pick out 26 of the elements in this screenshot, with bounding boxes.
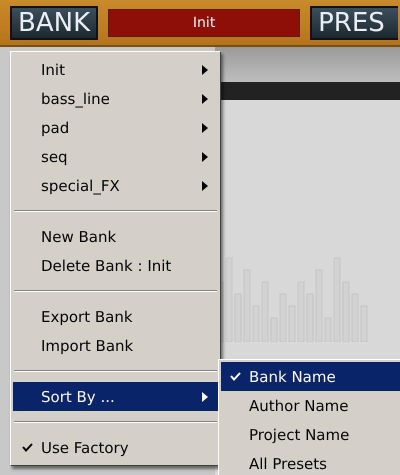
submenu-arrow-icon	[202, 180, 208, 190]
menu-item[interactable]: Bank Name	[221, 362, 400, 391]
preset-button[interactable]: PRES	[310, 6, 398, 40]
menu-item[interactable]: Author Name	[221, 391, 400, 420]
checkmark-icon	[22, 443, 32, 452]
submenu-arrow-icon	[202, 94, 208, 104]
menu-item[interactable]: pad	[13, 113, 218, 142]
submenu-arrow-icon	[202, 122, 208, 132]
menu-item[interactable]: Init	[13, 55, 218, 84]
submenu-arrow-icon	[202, 392, 208, 402]
menu-item[interactable]: All Presets	[221, 449, 400, 475]
checkmark-icon	[230, 372, 240, 381]
submenu-arrow-icon	[202, 152, 208, 162]
menu-item[interactable]: Sort By ...	[13, 382, 218, 411]
menu-item[interactable]: Export Bank	[13, 302, 218, 331]
menu-item[interactable]: New Bank	[13, 222, 218, 251]
bank-display[interactable]: Init	[108, 8, 300, 36]
menu-item[interactable]: seq	[13, 142, 218, 171]
menu-item[interactable]: Project Name	[221, 420, 400, 449]
menu-item[interactable]: bass_line	[13, 84, 218, 113]
menu-item[interactable]: Use Factory	[13, 433, 218, 462]
menu-item[interactable]: Delete Bank : Init	[13, 251, 218, 280]
menu-item[interactable]: special_FX	[13, 171, 218, 200]
submenu-arrow-icon	[202, 64, 208, 74]
bank-button[interactable]: BANK	[10, 6, 98, 40]
menu-item[interactable]: Import Bank	[13, 331, 218, 360]
